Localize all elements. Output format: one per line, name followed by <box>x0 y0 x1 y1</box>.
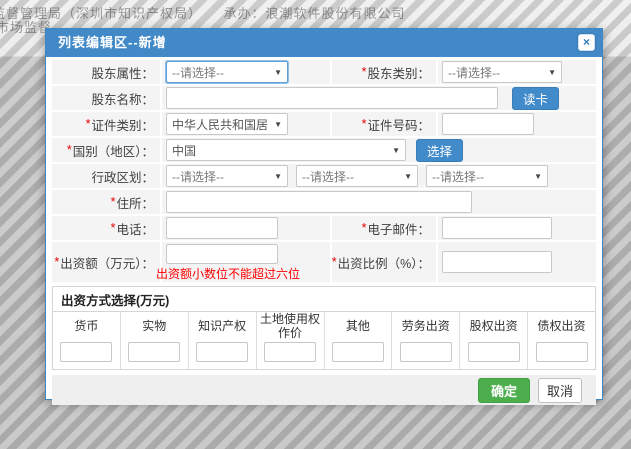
required-star: * <box>362 65 367 79</box>
row-shareholder-name: 股东名称： 读卡 <box>52 86 596 110</box>
shareholder-attr-label: 股东属性： <box>52 60 160 84</box>
row-cert: * 证件类别： 中华人民共和国居 ▼ * 证件号码： <box>52 112 596 136</box>
cert-type-select[interactable]: 中华人民共和国居 ▼ <box>166 113 288 135</box>
edit-area-add-dialog: 列表编辑区--新增 × 股东属性： --请选择-- ▼ * 股东类别： --请 <box>45 28 603 400</box>
chevron-down-icon: ▼ <box>274 68 282 77</box>
read-card-button[interactable]: 读卡 <box>512 87 559 110</box>
payment-col-physical: 实物 <box>120 312 188 369</box>
shareholder-attr-select[interactable]: --请选择-- ▼ <box>166 61 288 83</box>
payment-col-labor: 劳务出资 <box>391 312 459 369</box>
payment-currency-input[interactable] <box>60 342 112 362</box>
required-star: * <box>111 221 116 235</box>
payment-col-ip: 知识产权 <box>188 312 256 369</box>
row-region: 行政区划： --请选择-- ▼ --请选择-- ▼ --请选择-- ▼ <box>52 164 596 188</box>
chevron-down-icon: ▼ <box>534 172 542 181</box>
chevron-down-icon: ▼ <box>274 172 282 181</box>
row-address: * 住所： <box>52 190 596 214</box>
cancel-button[interactable]: 取消 <box>538 378 582 403</box>
required-star: * <box>111 195 116 209</box>
payment-labor-input[interactable] <box>400 342 452 362</box>
cert-no-label: * 证件号码： <box>332 112 436 136</box>
region-label: 行政区划： <box>52 164 160 188</box>
shareholder-type-select[interactable]: --请选择-- ▼ <box>442 61 562 83</box>
region-province-select[interactable]: --请选择-- ▼ <box>166 165 288 187</box>
payment-equity-input[interactable] <box>468 342 520 362</box>
payment-physical-input[interactable] <box>128 342 180 362</box>
phone-input[interactable] <box>166 217 278 239</box>
amount-input[interactable] <box>166 244 278 264</box>
country-label: * 国别（地区）： <box>52 138 160 162</box>
cert-type-label: * 证件类别： <box>52 112 160 136</box>
payment-col-currency: 货币 <box>53 312 120 369</box>
region-city-select[interactable]: --请选择-- ▼ <box>296 165 418 187</box>
payment-debt-input[interactable] <box>536 342 588 362</box>
chevron-down-icon: ▼ <box>392 146 400 155</box>
required-star: * <box>54 255 59 269</box>
ratio-input[interactable] <box>442 251 552 273</box>
shareholder-name-input[interactable] <box>166 87 498 109</box>
required-star: * <box>362 117 367 131</box>
dialog-footer: 确定 取消 <box>52 375 596 405</box>
confirm-button[interactable]: 确定 <box>478 378 530 403</box>
payment-col-equity: 股权出资 <box>459 312 527 369</box>
payment-section-title: 出资方式选择(万元) <box>53 287 595 312</box>
row-amount-ratio: * 出资额（万元）： 出资额小数位不能超过六位 * 出资比例（%）： <box>52 242 596 282</box>
payment-ip-input[interactable] <box>196 342 248 362</box>
amount-validation-hint: 出资额小数位不能超过六位 <box>156 265 300 282</box>
phone-label: * 电话： <box>52 216 160 240</box>
country-choose-button[interactable]: 选择 <box>416 139 463 162</box>
chevron-down-icon: ▼ <box>404 172 412 181</box>
address-input[interactable] <box>166 191 472 213</box>
payment-col-other: 其他 <box>324 312 392 369</box>
row-phone-email: * 电话： * 电子邮件： <box>52 216 596 240</box>
amount-label: * 出资额（万元）： <box>52 242 160 282</box>
email-label: * 电子邮件： <box>332 216 436 240</box>
country-select[interactable]: 中国 ▼ <box>166 139 406 161</box>
shareholder-type-label: * 股东类别： <box>332 60 436 84</box>
region-district-select[interactable]: --请选择-- ▼ <box>426 165 548 187</box>
email-input[interactable] <box>442 217 552 239</box>
chevron-down-icon: ▼ <box>274 120 282 129</box>
row-country: * 国别（地区）： 中国 ▼ 选择 <box>52 138 596 162</box>
required-star: * <box>86 117 91 131</box>
close-icon[interactable]: × <box>578 34 595 51</box>
payment-land-input[interactable] <box>264 342 316 362</box>
ratio-label: * 出资比例（%）： <box>332 242 436 282</box>
cert-no-input[interactable] <box>442 113 534 135</box>
payment-method-section: 出资方式选择(万元) 货币 实物 知识产权 土地使用权作价 <box>52 286 596 370</box>
row-shareholder-attr-type: 股东属性： --请选择-- ▼ * 股东类别： --请选择-- ▼ <box>52 60 596 84</box>
payment-other-input[interactable] <box>332 342 384 362</box>
payment-col-debt: 债权出资 <box>527 312 595 369</box>
dialog-title: 列表编辑区--新增 <box>58 35 167 50</box>
required-star: * <box>332 255 337 269</box>
address-label: * 住所： <box>52 190 160 214</box>
payment-col-land: 土地使用权作价 <box>256 312 324 369</box>
required-star: * <box>362 221 367 235</box>
required-star: * <box>67 143 72 157</box>
dialog-body: 股东属性： --请选择-- ▼ * 股东类别： --请选择-- ▼ <box>46 57 602 405</box>
dialog-titlebar: 列表编辑区--新增 × <box>46 29 602 57</box>
shareholder-name-label: 股东名称： <box>52 86 160 110</box>
chevron-down-icon: ▼ <box>548 68 556 77</box>
payment-table: 货币 实物 知识产权 土地使用权作价 其他 <box>53 312 595 369</box>
